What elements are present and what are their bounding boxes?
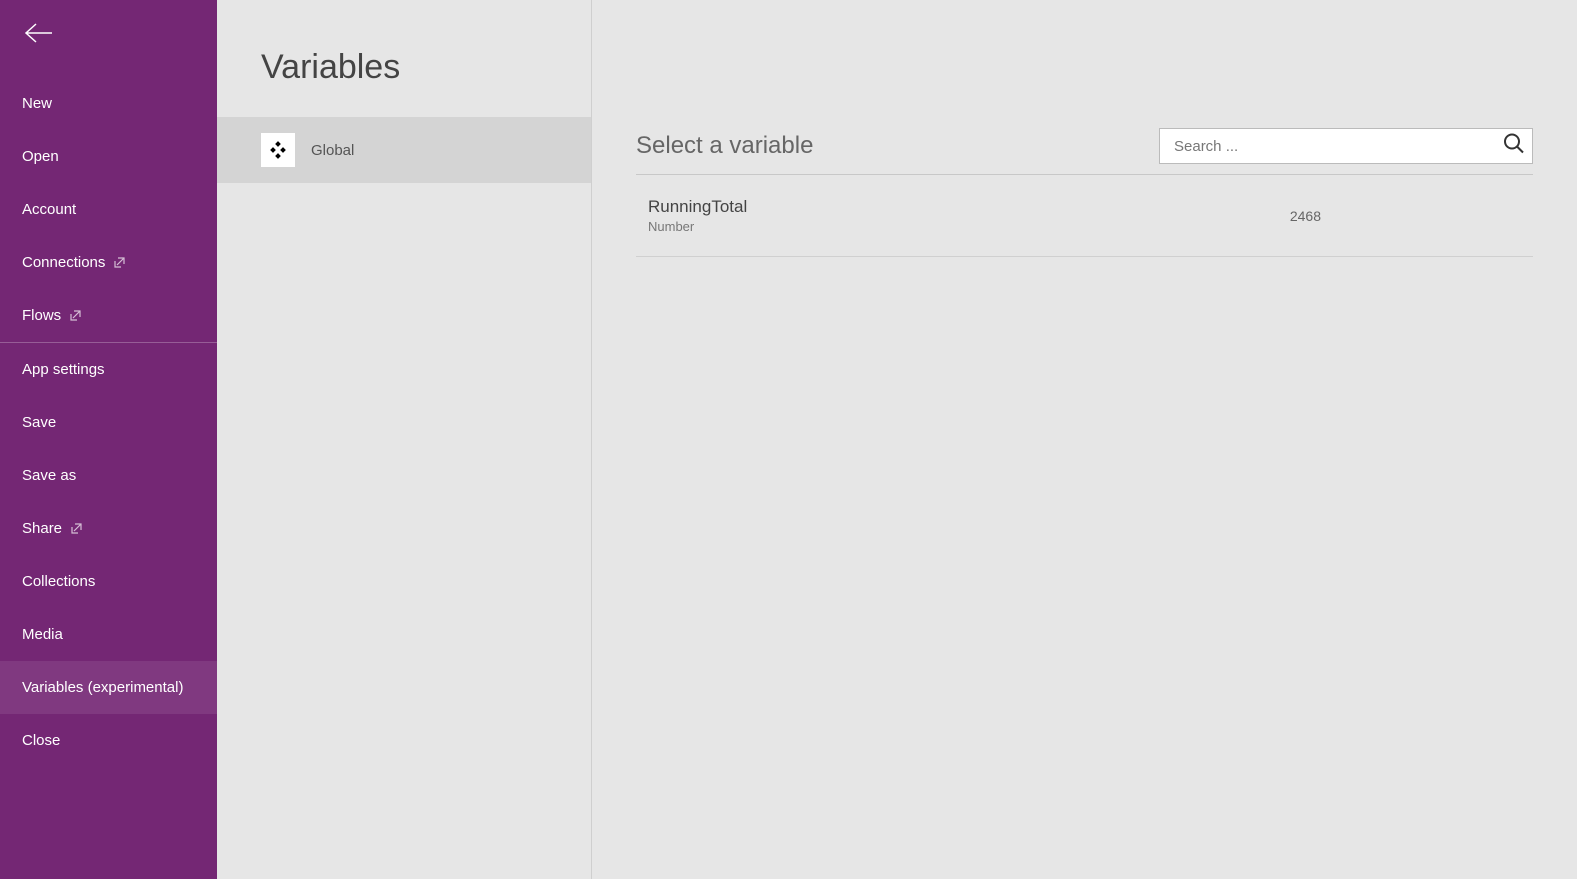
sidebar-item-label: Media: [22, 626, 63, 643]
variable-row[interactable]: RunningTotal Number 2468: [636, 175, 1533, 257]
search-wrap: [1159, 128, 1533, 164]
variable-scope-panel: Variables Global: [217, 0, 592, 879]
sidebar-item-label: Save as: [22, 467, 76, 484]
sidebar-item-variables[interactable]: Variables (experimental): [0, 661, 217, 714]
file-menu-sidebar: New Open Account Connections Flows App s…: [0, 0, 217, 879]
external-link-icon: [70, 522, 83, 535]
sidebar-item-label: App settings: [22, 361, 105, 378]
sidebar-item-connections[interactable]: Connections: [0, 236, 217, 289]
search-input[interactable]: [1159, 128, 1533, 164]
sidebar-item-label: Share: [22, 520, 62, 537]
variable-list-panel: Select a variable RunningTotal Number 24…: [592, 0, 1577, 879]
variable-list-title: Select a variable: [636, 132, 813, 160]
sidebar-item-label: Save: [22, 414, 56, 431]
sidebar-item-label: Open: [22, 148, 59, 165]
sidebar-item-label: Collections: [22, 573, 95, 590]
sidebar-item-close[interactable]: Close: [0, 714, 217, 767]
external-link-icon: [113, 256, 126, 269]
external-link-icon: [69, 309, 82, 322]
sidebar-item-app-settings[interactable]: App settings: [0, 343, 217, 396]
sidebar-item-label: Close: [22, 732, 60, 749]
variable-list-header: Select a variable: [636, 128, 1533, 175]
variable-type: Number: [648, 219, 747, 234]
sidebar-item-save[interactable]: Save: [0, 396, 217, 449]
sidebar-item-flows[interactable]: Flows: [0, 289, 217, 342]
sidebar-item-collections[interactable]: Collections: [0, 555, 217, 608]
back-button[interactable]: [0, 0, 217, 77]
variable-value: 2468: [1290, 208, 1521, 224]
sidebar-item-save-as[interactable]: Save as: [0, 449, 217, 502]
back-arrow-icon: [24, 22, 54, 44]
sidebar-item-label: Connections: [22, 254, 105, 271]
scope-item-label: Global: [311, 142, 354, 159]
sidebar-item-label: Account: [22, 201, 76, 218]
sidebar-item-label: Flows: [22, 307, 61, 324]
sidebar-item-label: Variables (experimental): [22, 679, 183, 696]
sidebar-item-account[interactable]: Account: [0, 183, 217, 236]
sidebar-item-share[interactable]: Share: [0, 502, 217, 555]
scope-item-global[interactable]: Global: [217, 117, 591, 183]
sidebar-item-open[interactable]: Open: [0, 130, 217, 183]
variable-info: RunningTotal Number: [648, 197, 747, 234]
global-scope-icon: [261, 133, 295, 167]
sidebar-item-media[interactable]: Media: [0, 608, 217, 661]
sidebar-item-new[interactable]: New: [0, 77, 217, 130]
panel-title: Variables: [217, 48, 591, 117]
variable-name: RunningTotal: [648, 197, 747, 217]
sidebar-item-label: New: [22, 95, 52, 112]
